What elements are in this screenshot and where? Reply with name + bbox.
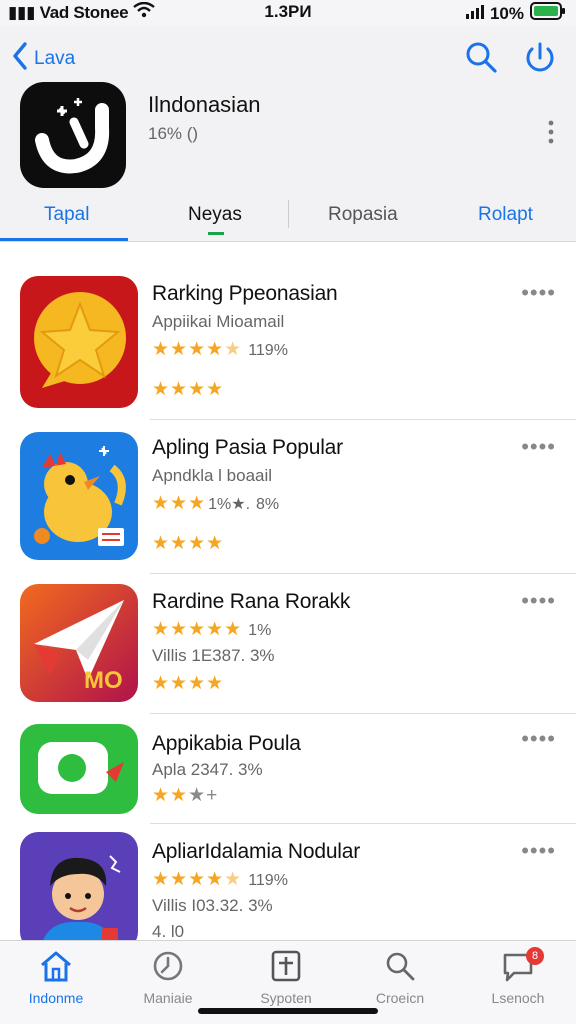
clock-icon: [151, 951, 185, 987]
tab-rolapt[interactable]: Rolapt: [478, 204, 533, 226]
rating-stars: ★★★★★ 119%: [152, 869, 288, 890]
app-subtitle: Apla 2347. 3%: [152, 760, 263, 779]
tab-neyas[interactable]: Neyas: [188, 204, 242, 226]
app-downloads: Villis 1E387. 3%: [152, 646, 275, 665]
app-logo-icon: [20, 82, 126, 188]
avatar-boy-icon: [20, 832, 138, 950]
bottom-tab-label: Sypoten: [260, 990, 312, 1006]
app-downloads: Villis I03.32. 3%: [152, 896, 273, 915]
more-horizontal-icon[interactable]: ••••: [521, 280, 556, 306]
app-subtitle: Apndkla l boaail: [152, 466, 273, 485]
rating-stars: ★★★★★ 119%: [152, 339, 288, 360]
app-title: Appikabia Poula: [152, 732, 301, 755]
star-bubble-icon: [20, 276, 138, 408]
app-subtitle: Appiikai Mioamail: [152, 312, 285, 331]
list-item[interactable]: Appikabia Poula Apla 2347. 3% ★★★+ ••••: [0, 714, 576, 824]
more-horizontal-icon[interactable]: ••••: [521, 588, 556, 614]
list-item[interactable]: Apling Pasia Popular Apndkla l boaail ★★…: [0, 420, 576, 574]
bottom-tab-croeicn[interactable]: Croeicn: [350, 949, 450, 1006]
tab-active-underline: [0, 238, 128, 241]
bottom-tab-home[interactable]: Indonme: [6, 949, 106, 1006]
search-icon[interactable]: [464, 40, 498, 79]
signal-bars-icon: [465, 4, 484, 24]
battery-percent: 10%: [489, 3, 524, 23]
app-version: 4. l0: [152, 922, 185, 941]
rating-stars: ★★★ 1%★. 8%: [152, 493, 280, 514]
bottom-tab-label: Lsenoch: [491, 990, 545, 1006]
more-horizontal-icon[interactable]: ••••: [521, 838, 556, 864]
list-item[interactable]: ApliarIdalamia Nodular ★★★★★ 119% Villis …: [0, 824, 576, 950]
app-title: Rarking Ppeonasian: [152, 282, 338, 305]
home-indicator: [198, 1008, 378, 1014]
tab-indicator-mini: [208, 232, 224, 235]
battery-icon: [530, 2, 566, 25]
bottom-tab-label: Indonme: [28, 990, 84, 1006]
chat-icon: [500, 953, 536, 987]
more-horizontal-icon[interactable]: ••••: [521, 434, 556, 460]
app-title: Ilndonasian: [148, 92, 261, 117]
app-title: ApliarIdalamia Nodular: [152, 840, 361, 863]
chat-bubble-icon: [20, 724, 138, 814]
home-icon: [38, 951, 74, 987]
app-title: Rardine Rana Rorakk: [152, 590, 351, 613]
more-vertical-icon[interactable]: [548, 120, 554, 149]
bottom-tab-maniaie[interactable]: Maniaie: [118, 949, 218, 1006]
bird-mascot-icon: [20, 432, 138, 560]
bottom-tab-lsenoch[interactable]: 8 Lsenoch: [468, 947, 568, 1006]
app-subtitle: 16% (): [148, 124, 199, 143]
rating-stars-secondary: ★★★★: [152, 379, 225, 400]
list-item[interactable]: MO Rardine Rana Rorakk ★★★★★ 1% Villis 1E…: [0, 574, 576, 714]
app-title: Apling Pasia Popular: [152, 436, 343, 459]
list-item[interactable]: Rarking Ppeonasian Appiikai Mioamail ★★★…: [0, 262, 576, 420]
svg-text:MO: MO: [84, 667, 123, 694]
bottom-tab-label: Maniaie: [143, 990, 193, 1006]
tab-bar: Tapal Neyas Ropasia Rolapt: [0, 194, 576, 242]
notification-badge: 8: [526, 947, 544, 965]
rating-stars: ★★★★★ 1%: [152, 619, 272, 640]
bottom-tab-label: Croeicn: [375, 990, 425, 1006]
more-horizontal-icon[interactable]: ••••: [521, 726, 556, 752]
paper-plane-icon: MO: [20, 584, 138, 702]
tab-tapal[interactable]: Tapal: [44, 204, 89, 226]
status-right: 10%: [465, 2, 566, 25]
tab-ropasia[interactable]: Ropasia: [328, 204, 398, 226]
power-icon[interactable]: [522, 40, 558, 81]
app-header: Lava Ilndonasian 16% () Tapal Neyas Ropa…: [0, 26, 576, 242]
rating-stars-secondary: ★★★★: [152, 673, 225, 694]
status-bar: ▮▮▮ Vad Stonee 1.3PИ 10%: [0, 0, 576, 26]
bottom-tab-sypoten[interactable]: Sypoten: [236, 949, 336, 1006]
rating-stars: ★★★+: [152, 785, 219, 806]
back-button[interactable]: Lava: [12, 42, 75, 76]
search-icon: [383, 952, 417, 987]
back-label: Lava: [34, 48, 76, 69]
chevron-left-icon: [12, 42, 28, 76]
plus-box-icon: [269, 950, 303, 987]
tab-divider: [288, 200, 289, 228]
rating-stars-secondary: ★★★★: [152, 533, 225, 554]
